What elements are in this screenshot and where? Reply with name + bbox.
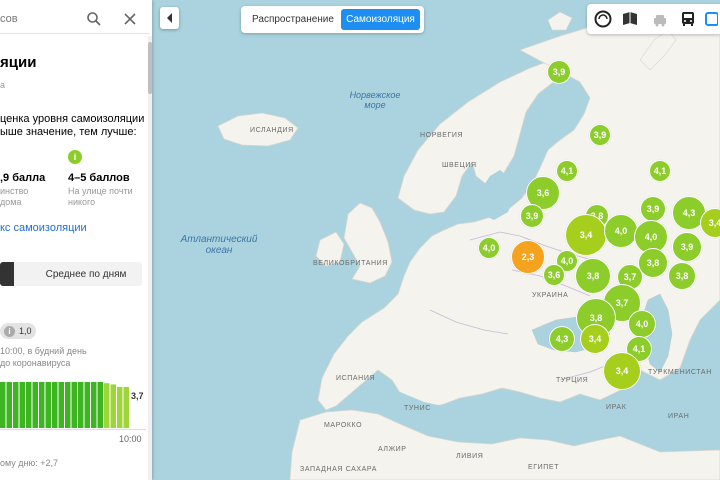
- chart-bar: [123, 386, 129, 428]
- baseline-note: 10:00, в будний день до коронавируса: [0, 346, 87, 368]
- map-bubble[interactable]: 3,4: [603, 352, 641, 390]
- map-bubble[interactable]: 2,3: [511, 240, 545, 274]
- scrollbar-thumb[interactable]: [148, 42, 152, 94]
- baseline-value: 1,0: [19, 326, 32, 336]
- label-tunisia: ТУНИС: [404, 405, 431, 412]
- label-iran: ИРАН: [668, 413, 690, 420]
- chart-bar: [97, 381, 103, 428]
- chart-bar: [91, 381, 97, 428]
- label-spain: ИСПАНИЯ: [336, 375, 376, 382]
- info-icon: i: [4, 325, 15, 337]
- label-norwegian-sea: Норвежское море: [349, 90, 401, 110]
- label-sweden: ШВЕЦИЯ: [442, 162, 477, 169]
- chevron-left-icon: [166, 13, 172, 23]
- map-bubble[interactable]: 3,8: [668, 262, 696, 290]
- mode-switch: Распространение Самоизоляция: [241, 6, 424, 33]
- chart-bar: [71, 381, 77, 428]
- map-bubble[interactable]: 4,3: [549, 326, 575, 352]
- chart-last-value: 3,7: [131, 391, 144, 401]
- map-bubble[interactable]: 3,8: [575, 258, 611, 294]
- chart-bar: [52, 381, 58, 428]
- chart-bar: [0, 381, 6, 428]
- map-bubble[interactable]: 4,0: [478, 237, 500, 259]
- map-bubble[interactable]: 3,8: [638, 248, 668, 278]
- legend-left-value: ‚9 балла: [0, 172, 46, 184]
- panel-description: ценка уровня самоизоляции ыше значение, …: [0, 113, 145, 138]
- chart-bar: [19, 381, 25, 428]
- sidebar-scrollbar[interactable]: [148, 36, 152, 480]
- change-note: ому дню: +2,7: [0, 458, 59, 468]
- chart-bar: [84, 381, 90, 428]
- map-bubble[interactable]: 3,9: [547, 60, 571, 84]
- label-algeria: АЛЖИР: [378, 446, 407, 453]
- label-egypt: ЕГИПЕТ: [528, 464, 560, 471]
- legend-right-desc: На улице почти никого: [68, 186, 133, 207]
- circle-logo-icon[interactable]: [592, 8, 614, 30]
- mode-self-isolation-button[interactable]: Самоизоляция: [341, 9, 420, 30]
- layers-icon[interactable]: [702, 8, 720, 30]
- label-norway: НОРВЕГИЯ: [420, 132, 464, 139]
- panel-subtitle: а: [0, 80, 6, 90]
- chart-bar: [26, 381, 32, 428]
- chart-bar: [110, 384, 116, 428]
- label-morocco: МАРОККО: [324, 422, 363, 429]
- map-bubble[interactable]: 3,9: [672, 232, 702, 262]
- chart-bar: [117, 386, 123, 428]
- label-ukraine: УКРАИНА: [532, 292, 569, 299]
- search-input[interactable]: сов: [0, 13, 18, 25]
- map-bubble[interactable]: 3,4: [580, 324, 610, 354]
- baseline-badge: i 1,0: [0, 323, 36, 339]
- label-turkmenistan: ТУРКМЕНИСТАН: [648, 369, 712, 376]
- sidebar-panel: сов яции а ценка уровня самоизоляции ыше…: [0, 0, 152, 480]
- self-isolation-index-link[interactable]: кс самоизоляции: [0, 222, 87, 234]
- label-western-sahara: ЗАПАДНАЯ САХАРА: [300, 466, 377, 473]
- chart-bar: [104, 383, 110, 428]
- bus-icon[interactable]: [677, 8, 699, 30]
- map-bubble[interactable]: 3,9: [520, 204, 544, 228]
- map-bubble[interactable]: 3,9: [589, 124, 611, 146]
- close-icon[interactable]: [122, 11, 138, 27]
- chart-bar: [65, 381, 71, 428]
- map-bubble[interactable]: 4,1: [649, 160, 671, 182]
- search-bar[interactable]: сов: [0, 2, 150, 34]
- tab-average-by-days[interactable]: Среднее по дням: [30, 262, 142, 286]
- legend-left-desc: инство дома: [0, 186, 29, 207]
- chart-bar: [39, 381, 45, 428]
- map-bubble[interactable]: 3,9: [640, 196, 666, 222]
- chart-baseline: [0, 429, 146, 430]
- label-turkey: ТУРЦИЯ: [556, 377, 589, 384]
- chart-time-label: 10:00: [119, 434, 142, 444]
- search-icon[interactable]: [86, 11, 102, 27]
- tab-current[interactable]: [0, 262, 14, 286]
- label-uk: ВЕЛИКОБРИТАНИЯ: [313, 260, 388, 267]
- map-bubble[interactable]: 4,1: [556, 160, 578, 182]
- label-atlantic-ocean: Атлантический океан: [180, 234, 258, 256]
- legend-right-value: 4–5 баллов: [68, 172, 130, 184]
- chart-bar: [6, 381, 12, 428]
- legend-info-icon: i: [68, 150, 82, 164]
- period-tabs: Среднее по дням: [0, 262, 142, 286]
- book-icon[interactable]: [619, 8, 641, 30]
- traffic-icon[interactable]: [649, 8, 671, 30]
- chart-bar: [45, 381, 51, 428]
- label-libya: ЛИВИЯ: [456, 453, 484, 460]
- map-toolbar: [587, 4, 720, 34]
- map-bubble[interactable]: 3,6: [543, 264, 565, 286]
- mode-spread-button[interactable]: Распространение: [245, 9, 341, 30]
- label-iceland: ИСЛАНДИЯ: [250, 127, 294, 134]
- chart-bar: [13, 381, 19, 428]
- chart-bar: [32, 381, 38, 428]
- hourly-chart: [0, 381, 129, 428]
- collapse-sidebar-button[interactable]: [160, 7, 179, 29]
- map-bubble[interactable]: 3,4: [565, 214, 607, 256]
- map-bubble[interactable]: 4,0: [628, 310, 656, 338]
- chart-bar: [58, 381, 64, 428]
- panel-title: яции: [0, 54, 37, 71]
- label-iraq: ИРАК: [606, 404, 627, 411]
- map-bubble[interactable]: 4,0: [604, 214, 638, 248]
- chart-bar: [78, 381, 84, 428]
